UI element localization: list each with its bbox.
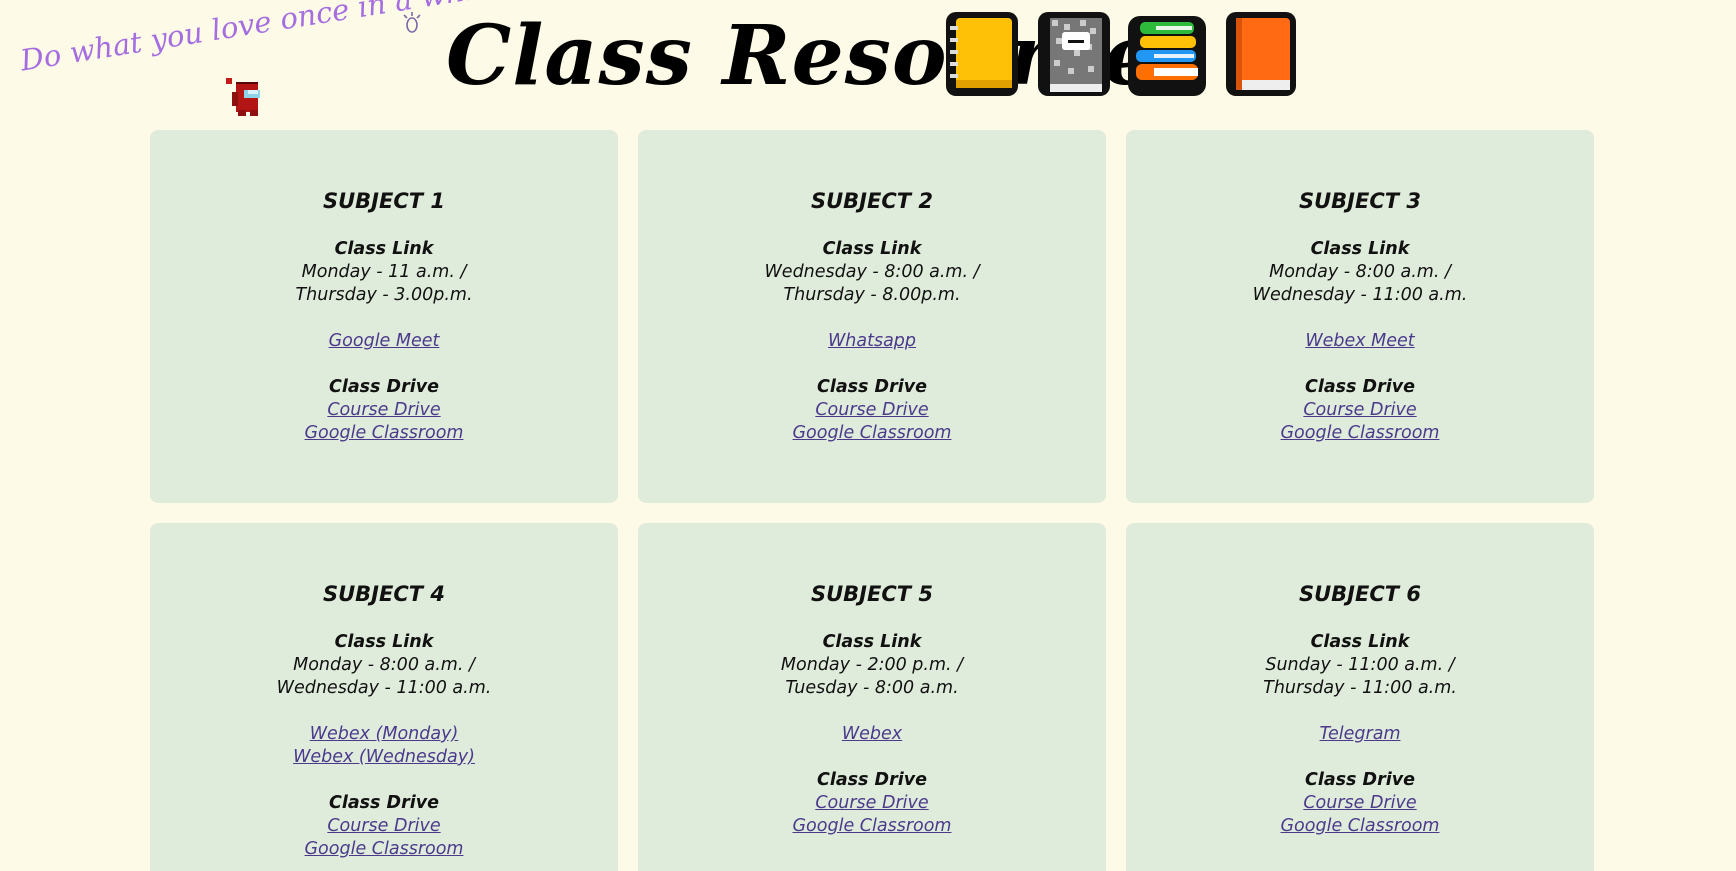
- meeting-link[interactable]: Google Meet: [329, 330, 440, 353]
- notebook-icon: [946, 12, 1018, 96]
- google-classroom-link[interactable]: Google Classroom: [793, 422, 952, 445]
- meeting-link[interactable]: Webex (Monday): [310, 723, 459, 746]
- google-classroom-link[interactable]: Google Classroom: [793, 815, 952, 838]
- subject-card: SUBJECT 6 Class Link Sunday - 11:00 a.m.…: [1126, 523, 1594, 871]
- subject-title: SUBJECT 6: [1298, 582, 1421, 606]
- page: Do what you love once in a while! Class …: [0, 0, 1736, 871]
- schedule-line: Tuesday - 8:00 a.m.: [785, 678, 959, 698]
- subject-card: SUBJECT 3 Class Link Monday - 8:00 a.m. …: [1126, 130, 1594, 503]
- meeting-link[interactable]: Webex (Wednesday): [293, 746, 475, 769]
- subject-card: SUBJECT 2 Class Link Wednesday - 8:00 a.…: [638, 130, 1106, 503]
- crewmate-icon: [226, 78, 260, 116]
- google-classroom-link[interactable]: Google Classroom: [305, 422, 464, 445]
- google-classroom-link[interactable]: Google Classroom: [1281, 422, 1440, 445]
- schedule-line: Monday - 11 a.m. /: [301, 262, 467, 282]
- subject-title: SUBJECT 5: [810, 582, 933, 606]
- class-drive-label: Class Drive: [1304, 770, 1415, 790]
- class-drive-label: Class Drive: [816, 377, 927, 397]
- google-classroom-link[interactable]: Google Classroom: [305, 838, 464, 861]
- sparkle-icon: [403, 12, 421, 33]
- schedule-line: Wednesday - 8:00 a.m. /: [764, 262, 980, 282]
- subject-title: SUBJECT 4: [322, 582, 445, 606]
- class-drive-label: Class Drive: [816, 770, 927, 790]
- subject-card: SUBJECT 5 Class Link Monday - 2:00 p.m. …: [638, 523, 1106, 871]
- course-drive-link[interactable]: Course Drive: [815, 792, 928, 815]
- class-link-label: Class Link: [822, 632, 922, 652]
- course-drive-link[interactable]: Course Drive: [1303, 399, 1416, 422]
- meeting-link[interactable]: Whatsapp: [828, 330, 916, 353]
- google-classroom-link[interactable]: Google Classroom: [1281, 815, 1440, 838]
- schedule-line: Sunday - 11:00 a.m. /: [1265, 655, 1455, 675]
- tagline: Do what you love once in a while!: [18, 0, 514, 78]
- course-drive-link[interactable]: Course Drive: [327, 815, 440, 838]
- course-drive-link[interactable]: Course Drive: [327, 399, 440, 422]
- class-link-label: Class Link: [822, 239, 922, 259]
- subject-title: SUBJECT 2: [810, 189, 933, 213]
- subject-title: SUBJECT 3: [1298, 189, 1421, 213]
- subject-card: SUBJECT 1 Class Link Monday - 11 a.m. / …: [150, 130, 618, 503]
- class-link-label: Class Link: [1310, 632, 1410, 652]
- schedule-line: Wednesday - 11:00 a.m.: [1252, 285, 1468, 305]
- class-drive-label: Class Drive: [1304, 377, 1415, 397]
- schedule-line: Thursday - 11:00 a.m.: [1263, 678, 1457, 698]
- books-stack-icon: [1128, 16, 1206, 96]
- course-drive-link[interactable]: Course Drive: [815, 399, 928, 422]
- schedule-line: Wednesday - 11:00 a.m.: [276, 678, 492, 698]
- schedule-line: Thursday - 8.00p.m.: [783, 285, 961, 305]
- subject-card: SUBJECT 4 Class Link Monday - 8:00 a.m. …: [150, 523, 618, 871]
- course-drive-link[interactable]: Course Drive: [1303, 792, 1416, 815]
- meeting-link[interactable]: Webex Meet: [1305, 330, 1414, 353]
- subject-title: SUBJECT 1: [322, 189, 445, 213]
- class-drive-label: Class Drive: [328, 377, 439, 397]
- schedule-line: Monday - 8:00 a.m. /: [293, 655, 475, 675]
- meeting-link[interactable]: Webex: [842, 723, 902, 746]
- schedule-line: Monday - 8:00 a.m. /: [1269, 262, 1451, 282]
- class-link-label: Class Link: [1310, 239, 1410, 259]
- meeting-link[interactable]: Telegram: [1320, 723, 1401, 746]
- orange-book-icon: [1226, 12, 1296, 96]
- composition-notebook-icon: [1038, 12, 1110, 96]
- class-drive-label: Class Drive: [328, 793, 439, 813]
- schedule-line: Monday - 2:00 p.m. /: [780, 655, 964, 675]
- class-link-label: Class Link: [334, 239, 434, 259]
- schedule-line: Thursday - 3.00p.m.: [295, 285, 473, 305]
- class-link-label: Class Link: [334, 632, 434, 652]
